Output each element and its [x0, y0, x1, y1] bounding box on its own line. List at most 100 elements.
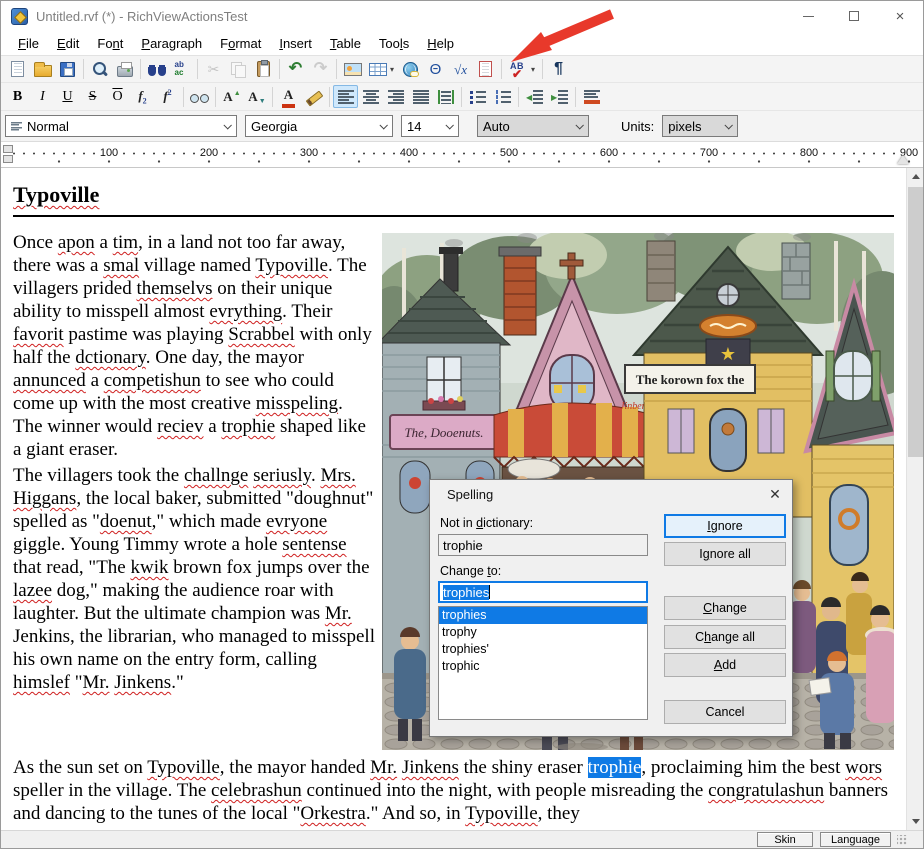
- new-document-glyph: [11, 61, 24, 77]
- print-button[interactable]: [112, 58, 137, 81]
- find-button[interactable]: [144, 58, 169, 81]
- numbered-list-button[interactable]: [490, 85, 515, 108]
- misspelled-word: evryone: [266, 511, 327, 532]
- superscript-button[interactable]: f2: [155, 85, 180, 108]
- redo-button[interactable]: ↷: [308, 58, 333, 81]
- insert-document-button[interactable]: [473, 58, 498, 81]
- paragraph-shading-button[interactable]: [579, 85, 604, 108]
- menu-edit[interactable]: Edit: [48, 34, 88, 53]
- subscript-button[interactable]: f2: [130, 85, 155, 108]
- dialog-close-button[interactable]: ✕: [758, 480, 792, 508]
- undo-button[interactable]: ↶: [283, 58, 308, 81]
- bold-button[interactable]: B: [5, 85, 30, 108]
- menu-insert[interactable]: Insert: [270, 34, 321, 53]
- minimize-button[interactable]: [785, 1, 831, 31]
- cancel-button[interactable]: Cancel: [664, 700, 786, 724]
- ignore-all-button[interactable]: Ignore all: [664, 542, 786, 566]
- underline-button[interactable]: U: [55, 85, 80, 108]
- change-to-field[interactable]: trophies: [438, 581, 648, 603]
- italic-button[interactable]: I: [30, 85, 55, 108]
- hyperlink-button[interactable]: [398, 58, 423, 81]
- text-caret: [489, 585, 490, 599]
- heading-word: Typoville: [13, 182, 99, 207]
- text-run: As the sun set on: [13, 757, 147, 778]
- overline-button[interactable]: O: [105, 85, 130, 108]
- language-button[interactable]: Language: [820, 832, 891, 847]
- maximize-button[interactable]: [831, 1, 877, 31]
- menu-font[interactable]: Font: [88, 34, 132, 53]
- spelling-dialog-titlebar: Spelling ✕: [430, 480, 792, 508]
- units-label: Units:: [621, 119, 654, 134]
- copy-button[interactable]: [226, 58, 251, 81]
- insert-document-glyph: [479, 61, 492, 77]
- insert-image-button[interactable]: [340, 58, 365, 81]
- text-run: Jenkins, the librarian, who managed to m…: [13, 626, 375, 670]
- decrease-indent-button[interactable]: ◀: [522, 85, 547, 108]
- document-heading: Typoville: [13, 182, 894, 217]
- distribute-button[interactable]: [433, 85, 458, 108]
- save-button[interactable]: [55, 58, 80, 81]
- suggestion-item[interactable]: trophy: [439, 624, 647, 641]
- cut-button[interactable]: ✂: [201, 58, 226, 81]
- insert-symbol-button[interactable]: Θ: [423, 58, 448, 81]
- close-icon: ×: [896, 8, 905, 25]
- scrollbar-thumb[interactable]: [908, 187, 923, 457]
- increase-indent-button[interactable]: ▶: [547, 85, 572, 108]
- formatting-marks-button[interactable]: ¶: [546, 58, 571, 81]
- suggestion-item[interactable]: trophic: [439, 658, 647, 675]
- scroll-down-button[interactable]: [907, 813, 923, 830]
- units-combo[interactable]: pixels: [662, 115, 738, 137]
- insert-table-button[interactable]: ▾: [365, 58, 398, 81]
- toolbar-separator: [215, 87, 216, 107]
- strikethrough-button[interactable]: S: [80, 85, 105, 108]
- bullet-list-button[interactable]: [465, 85, 490, 108]
- paste-button[interactable]: [251, 58, 276, 81]
- menu-tools[interactable]: Tools: [370, 34, 418, 53]
- suggestion-item[interactable]: trophies: [439, 607, 647, 624]
- replace-button[interactable]: abac: [169, 58, 194, 81]
- superscript-glyph: f2: [163, 88, 171, 104]
- font-color-button[interactable]: A: [276, 85, 301, 108]
- indent-marker-right[interactable]: [897, 155, 909, 164]
- equation-button[interactable]: √x: [448, 58, 473, 81]
- vertical-scrollbar[interactable]: [906, 168, 923, 830]
- justify-button[interactable]: [408, 85, 433, 108]
- print-preview-button[interactable]: [87, 58, 112, 81]
- close-button[interactable]: ×: [877, 1, 923, 31]
- menu-file[interactable]: File: [9, 34, 48, 53]
- scroll-up-button[interactable]: [907, 168, 923, 185]
- align-center-button[interactable]: [358, 85, 383, 108]
- align-left-button[interactable]: [333, 85, 358, 108]
- misspelled-word: favorit: [13, 324, 64, 345]
- menu-format[interactable]: Format: [211, 34, 270, 53]
- resize-grip[interactable]: [897, 835, 907, 845]
- add-button[interactable]: Add: [664, 653, 786, 677]
- suggestion-item[interactable]: trophies': [439, 641, 647, 658]
- open-button[interactable]: [30, 58, 55, 81]
- indent-marker-left[interactable]: [3, 145, 13, 164]
- paragraph-shading-glyph: [584, 90, 600, 104]
- menu-help[interactable]: Help: [418, 34, 463, 53]
- menu-table[interactable]: Table: [321, 34, 370, 53]
- skin-button[interactable]: Skin: [757, 832, 813, 847]
- new-document-button[interactable]: [5, 58, 30, 81]
- highlight-button[interactable]: [301, 85, 326, 108]
- grow-font-button[interactable]: A▲: [219, 85, 244, 108]
- ignore-button[interactable]: Ignore: [664, 514, 786, 538]
- text-run: a: [95, 232, 113, 253]
- suggestions-list[interactable]: trophiestrophytrophies'trophic: [438, 606, 648, 720]
- menu-paragraph[interactable]: Paragraph: [132, 34, 211, 53]
- toolbar-separator: [336, 59, 337, 79]
- change-button[interactable]: Change: [664, 596, 786, 620]
- font-size-combo[interactable]: 14: [401, 115, 459, 137]
- font-color-combo[interactable]: Auto: [477, 115, 589, 137]
- spell-check-button[interactable]: AB✔▾: [505, 58, 539, 81]
- align-right-button[interactable]: [383, 85, 408, 108]
- font-name-combo[interactable]: Georgia: [245, 115, 393, 137]
- not-in-dictionary-field[interactable]: trophie: [438, 534, 648, 556]
- change-all-button[interactable]: Change all: [664, 625, 786, 649]
- ruler-ticks: [9, 142, 923, 167]
- paragraph-style-combo[interactable]: Normal: [5, 115, 237, 137]
- hidden-text-button[interactable]: [187, 85, 212, 108]
- shrink-font-button[interactable]: A▼: [244, 85, 269, 108]
